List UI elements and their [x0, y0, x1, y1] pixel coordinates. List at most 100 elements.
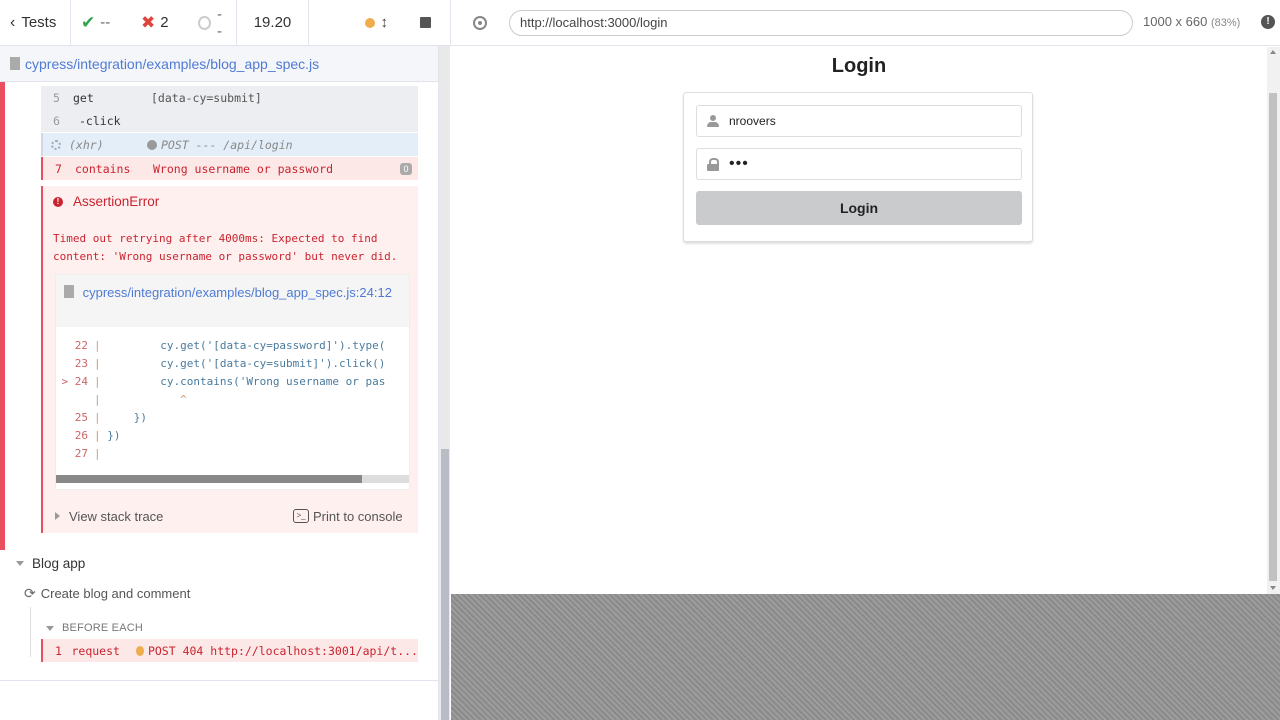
login-button[interactable]: Login — [696, 191, 1022, 225]
reporter-footer — [0, 680, 438, 720]
login-heading: Login — [831, 55, 887, 77]
print-to-console-button[interactable]: >_ Print to console — [293, 509, 403, 524]
pending-ring-icon — [198, 15, 211, 30]
reporter-panel: ‹ Tests ✔ -- ✖ 2 -- 19.20 ↕ cypress/inte… — [0, 0, 450, 720]
command-name: request — [71, 643, 120, 658]
reporter-scrollbar[interactable] — [438, 46, 450, 720]
line-number: 25 — [74, 411, 88, 424]
viewport-info[interactable]: 1000 x 660 (83%) — [1143, 14, 1240, 29]
print-to-console-label: Print to console — [313, 508, 403, 524]
view-stack-trace-label: View stack trace — [69, 508, 164, 524]
password-field[interactable]: ••• — [696, 148, 1022, 180]
terminal-icon: >_ — [293, 509, 309, 523]
login-form: nroovers ••• Login — [683, 92, 1033, 242]
line-number: 23 — [74, 357, 88, 370]
code-line-caret: | ^ — [94, 393, 187, 406]
line-number: 22 — [74, 339, 88, 352]
aut-scroll-thumb[interactable] — [1269, 93, 1277, 581]
hook-title[interactable]: BEFORE EACH — [46, 622, 143, 634]
error-footer: View stack trace >_ Print to console — [43, 500, 418, 532]
command-row[interactable]: 5 get [data-cy=submit] — [41, 86, 418, 109]
file-icon — [64, 285, 74, 298]
command-row-xhr[interactable]: (xhr) POST --- /api/login — [41, 133, 418, 156]
aut-scrollbar[interactable] — [1267, 47, 1280, 594]
code-line: 22 | cy.get('[data-cy=password]').type( — [56, 339, 409, 357]
code-frame-header: cypress/integration/examples/blog_app_sp… — [56, 275, 409, 327]
run-controls: ↕ — [309, 0, 449, 46]
spec-header: cypress/integration/examples/blog_app_sp… — [0, 46, 438, 82]
aut-iframe: Login nroovers ••• Login — [451, 47, 1267, 594]
command-row-failed[interactable]: 7 contains Wrong username or password 0 — [41, 157, 418, 180]
command-name: (xhr) — [69, 137, 104, 152]
password-value: ••• — [729, 155, 749, 172]
failed-value: 2 — [160, 14, 169, 31]
check-icon: ✔ — [81, 12, 96, 32]
line-code: ^ — [107, 393, 187, 406]
username-field[interactable]: nroovers — [696, 105, 1022, 137]
code-frame-scrollbar[interactable] — [56, 475, 409, 483]
loading-spinner-icon — [51, 139, 61, 150]
code-frame-file-link[interactable]: cypress/integration/examples/blog_app_sp… — [83, 285, 392, 300]
code-frame: cypress/integration/examples/blog_app_sp… — [55, 274, 410, 490]
aut-background — [451, 594, 1280, 720]
suite-title[interactable]: Blog app — [16, 556, 85, 571]
test-title[interactable]: ⟳ Create blog and comment — [24, 585, 190, 602]
duration: 19.20 — [237, 0, 309, 46]
runnable-list: 5 get [data-cy=submit] 6 -click (xhr) PO… — [0, 82, 438, 680]
chevron-left-icon: ‹ — [10, 13, 16, 31]
line-number: 27 — [74, 447, 88, 460]
error-header: ! AssertionError — [53, 194, 159, 209]
stop-button[interactable] — [420, 17, 431, 28]
pending-dot-icon — [147, 139, 157, 150]
command-message: POST --- /api/login — [161, 137, 293, 152]
error-panel: ! AssertionError Timed out retrying afte… — [41, 186, 418, 533]
info-icon[interactable]: ! — [1261, 15, 1275, 29]
tests-back-button[interactable]: ‹ Tests — [0, 0, 71, 46]
scroll-up-icon[interactable] — [1270, 50, 1276, 54]
selector-playground-icon[interactable] — [473, 15, 487, 30]
hook-title-label: BEFORE EACH — [62, 622, 144, 634]
command-name: contains — [75, 161, 131, 176]
running-status-icon — [364, 17, 375, 28]
suite-title-label: Blog app — [32, 556, 86, 571]
hook-divider — [30, 607, 31, 657]
command-number: 7 — [55, 161, 62, 176]
scroll-down-icon[interactable] — [1270, 586, 1276, 590]
command-number: 1 — [55, 643, 62, 658]
file-icon — [10, 57, 20, 70]
hook-command-row[interactable]: 1 request POST 404 http://localhost:3001… — [41, 639, 418, 662]
line-code: cy.get('[data-cy=password]').type( — [107, 339, 386, 352]
failed-count: ✖ 2 — [131, 0, 188, 46]
caret-right-icon — [55, 512, 60, 520]
auto-scroll-toggle-icon[interactable]: ↕ — [381, 14, 389, 31]
username-value: nroovers — [729, 114, 776, 128]
refresh-icon: ⟳ — [24, 585, 36, 601]
line-number: > 24 — [61, 375, 89, 388]
url-bar[interactable]: http://localhost:3000/login — [509, 10, 1133, 36]
pending-count: -- — [188, 0, 237, 46]
command-row[interactable]: 6 -click — [41, 109, 418, 132]
viewport-scale: (83%) — [1210, 17, 1241, 29]
line-code: }) — [107, 411, 147, 424]
passed-value: -- — [100, 14, 111, 31]
x-icon: ✖ — [141, 12, 156, 32]
reporter-scroll-thumb[interactable] — [441, 449, 449, 720]
error-title: AssertionError — [73, 194, 160, 209]
failed-test-indicator — [0, 82, 5, 550]
command-number: 6 — [53, 113, 60, 128]
pending-value: -- — [217, 5, 222, 40]
aut-header: http://localhost:3000/login 1000 x 660 (… — [450, 0, 1280, 46]
command-message: [data-cy=submit] — [151, 90, 262, 105]
warning-dot-icon — [135, 645, 144, 656]
line-number: 26 — [74, 429, 88, 442]
code-frame-scroll-thumb[interactable] — [56, 475, 362, 483]
code-line-highlighted: > 24 | cy.contains('Wrong username or pas — [56, 375, 409, 393]
viewport-dimensions: 1000 x 660 — [1143, 14, 1208, 29]
code-line: 23 | cy.get('[data-cy=submit]').click() — [56, 357, 409, 375]
view-stack-trace-toggle[interactable]: View stack trace — [43, 509, 163, 524]
stats-bar: ‹ Tests ✔ -- ✖ 2 -- 19.20 ↕ — [0, 0, 450, 46]
caret-down-icon — [16, 561, 24, 566]
lock-icon — [707, 158, 719, 171]
error-message: Timed out retrying after 4000ms: Expecte… — [53, 232, 398, 263]
spec-path-link[interactable]: cypress/integration/examples/blog_app_sp… — [25, 56, 319, 72]
